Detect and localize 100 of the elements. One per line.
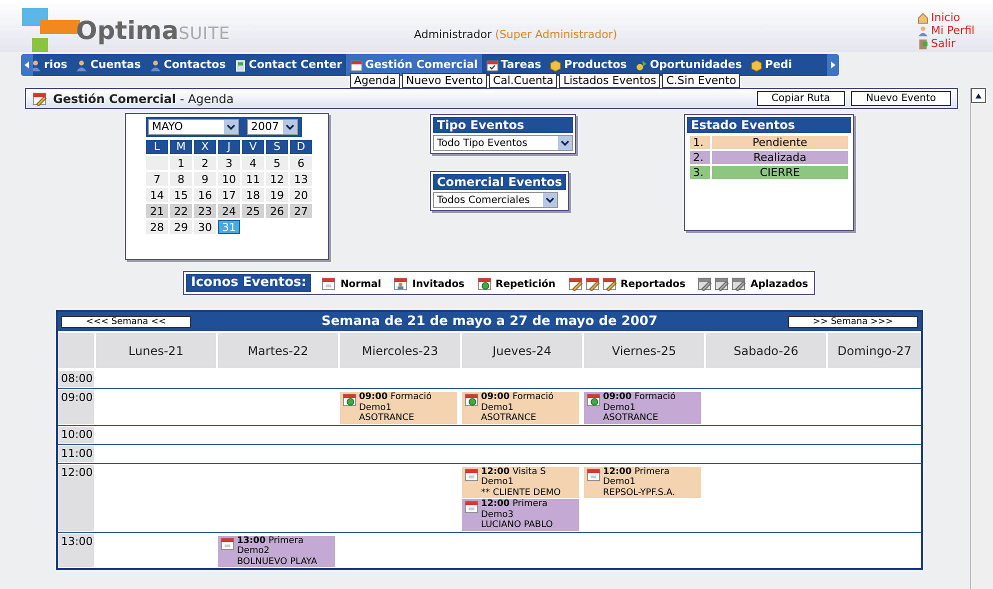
event-card[interactable]: 13:00 Primera Demo2 BOLNUEVO PLAYA <box>218 536 335 567</box>
calendar-day[interactable]: 26 <box>266 204 288 218</box>
calendar-day[interactable]: 3 <box>218 156 240 170</box>
event-client: ** CLIENTE DEMO <box>481 488 561 498</box>
scroll-right-button[interactable] <box>827 54 839 76</box>
previous-week-button[interactable]: <<< Semana << <box>61 316 191 328</box>
calendar-icon <box>464 466 479 482</box>
status-number: 1. <box>690 136 710 149</box>
submenu-item[interactable]: Listados Eventos <box>559 73 660 88</box>
calendar-icon <box>321 276 336 290</box>
nav-tab[interactable]: Oportunidades <box>630 54 746 76</box>
time-label: 11:00 <box>58 446 94 462</box>
nav-tab[interactable]: Contact Center <box>230 54 346 76</box>
nav-tab[interactable]: rios <box>33 54 72 76</box>
event-user: Demo1 <box>603 402 636 413</box>
nav-tab[interactable]: Pedi <box>746 54 796 76</box>
calendar-pencil-icon <box>714 276 730 290</box>
right-arrow-icon <box>829 59 837 71</box>
phone-icon <box>234 58 247 72</box>
event-user: Demo1 <box>603 477 636 488</box>
event-type-select[interactable]: Todo Tipo Eventos <box>433 135 573 151</box>
nav-tab[interactable]: Contactos <box>144 54 230 76</box>
status-number: 3. <box>690 166 710 179</box>
nav-tab[interactable]: Cuentas <box>71 54 145 76</box>
legend-title: Iconos Eventos: <box>186 274 312 292</box>
event-card[interactable]: 09:00 Formació Demo1 ASOTRANCE <box>340 392 457 424</box>
nav-tab[interactable]: Productos <box>545 54 631 76</box>
month-select[interactable]: MAYO <box>148 119 239 135</box>
submenu-item[interactable]: Cal.Cuenta <box>488 73 558 88</box>
legend-label: Normal <box>340 278 382 290</box>
submenu-item[interactable]: Agenda <box>350 73 400 88</box>
legend-label: Invitados <box>412 278 465 290</box>
calendar-repeat-icon <box>342 392 357 407</box>
box-icon <box>750 58 763 72</box>
calendar-day[interactable]: 2 <box>194 156 216 170</box>
calendar-day[interactable]: 29 <box>170 220 192 234</box>
calendar-day[interactable]: 16 <box>194 188 216 202</box>
legend-label: Repetición <box>496 278 556 290</box>
event-client: REPSOL-YPF.S.A. <box>603 488 676 498</box>
calendar-day[interactable]: 24 <box>218 204 240 218</box>
calendar-pencil-icon <box>697 276 712 290</box>
day-header: Jueves-24 <box>462 333 582 368</box>
calendar-day[interactable]: 17 <box>218 188 240 202</box>
calendar-day[interactable]: 28 <box>146 220 168 234</box>
event-card[interactable]: 12:00 Primera Demo1 REPSOL-YPF.S.A. <box>584 466 701 498</box>
calendar-day[interactable]: 10 <box>218 172 240 186</box>
calendar-day[interactable]: 7 <box>146 172 168 186</box>
calendar-day[interactable]: 6 <box>290 156 312 170</box>
year-select[interactable]: 2007 <box>247 119 298 135</box>
up-arrow-icon <box>974 92 983 100</box>
calendar-day[interactable]: 11 <box>242 172 264 186</box>
door-icon <box>917 38 929 50</box>
person-icon <box>75 58 88 72</box>
page-title: Gestión Comercial - Agenda <box>53 90 234 108</box>
event-card[interactable]: 12:00 Visita S Demo1 ** CLIENTE DEMO <box>462 466 579 498</box>
calendar-day[interactable]: 9 <box>194 172 216 186</box>
time-label: 08:00 <box>58 371 94 387</box>
next-week-button[interactable]: >> Semana >>> <box>788 316 918 328</box>
submenu-item[interactable]: C.Sin Evento <box>662 73 740 88</box>
event-client: ASOTRANCE <box>359 413 416 424</box>
house-icon <box>917 12 929 24</box>
calendar-pencil-icon <box>568 276 582 290</box>
calendar-day[interactable]: 22 <box>170 204 192 218</box>
scrollbar[interactable] <box>970 88 987 589</box>
submenu-item[interactable]: Nuevo Evento <box>402 73 487 88</box>
legend-label: Reportados <box>620 278 686 290</box>
calendar-day[interactable]: 20 <box>290 188 312 202</box>
week-title: Semana de 21 de mayo a 27 de mayo de 2007 <box>321 312 658 331</box>
event-card[interactable]: 12:00 Primera Demo3 LUCIANO PABLO <box>462 499 579 530</box>
calendar-day[interactable]: 13 <box>290 172 312 186</box>
top-link[interactable]: Salir <box>917 37 975 50</box>
calendar-day[interactable]: 23 <box>194 204 216 218</box>
top-link[interactable]: Inicio <box>917 11 975 24</box>
calendar-day[interactable]: 18 <box>242 188 264 202</box>
salesperson-select[interactable]: Todos Comerciales <box>433 192 558 208</box>
event-title: 12:00 Primera <box>481 499 549 510</box>
panel-title: Comercial Eventos <box>433 174 566 190</box>
event-card[interactable]: 09:00 Formació Demo1 ASOTRANCE <box>584 392 701 424</box>
person-icon <box>917 24 929 36</box>
panel-title: Estado Eventos <box>687 117 851 133</box>
calendar-day[interactable]: 8 <box>170 172 192 186</box>
toolbar-button[interactable]: Copiar Ruta <box>756 91 846 106</box>
toolbar-button[interactable]: Nuevo Evento <box>851 91 951 106</box>
scroll-left-button[interactable] <box>21 54 33 76</box>
event-client: BOLNUEVO PLAYA <box>237 556 318 567</box>
box-icon <box>549 58 562 72</box>
calendar-day[interactable]: 30 <box>194 220 216 234</box>
day-header: Martes-22 <box>218 333 338 368</box>
calendar-day[interactable]: 1 <box>170 156 192 170</box>
calendar-day[interactable]: 4 <box>242 156 264 170</box>
calendar-day[interactable]: 19 <box>266 188 288 202</box>
calendar-day[interactable]: 14 <box>146 188 168 202</box>
event-card[interactable]: 09:00 Formació Demo1 ASOTRANCE <box>462 392 579 424</box>
calendar-day[interactable]: 21 <box>146 204 168 218</box>
top-link[interactable]: Mi Perfil <box>917 24 975 37</box>
calendar-day[interactable]: 12 <box>266 172 288 186</box>
calendar-day[interactable]: 15 <box>170 188 192 202</box>
calendar-day[interactable]: 5 <box>266 156 288 170</box>
calendar-day[interactable]: 25 <box>242 204 264 218</box>
calendar-day[interactable]: 27 <box>290 204 312 218</box>
